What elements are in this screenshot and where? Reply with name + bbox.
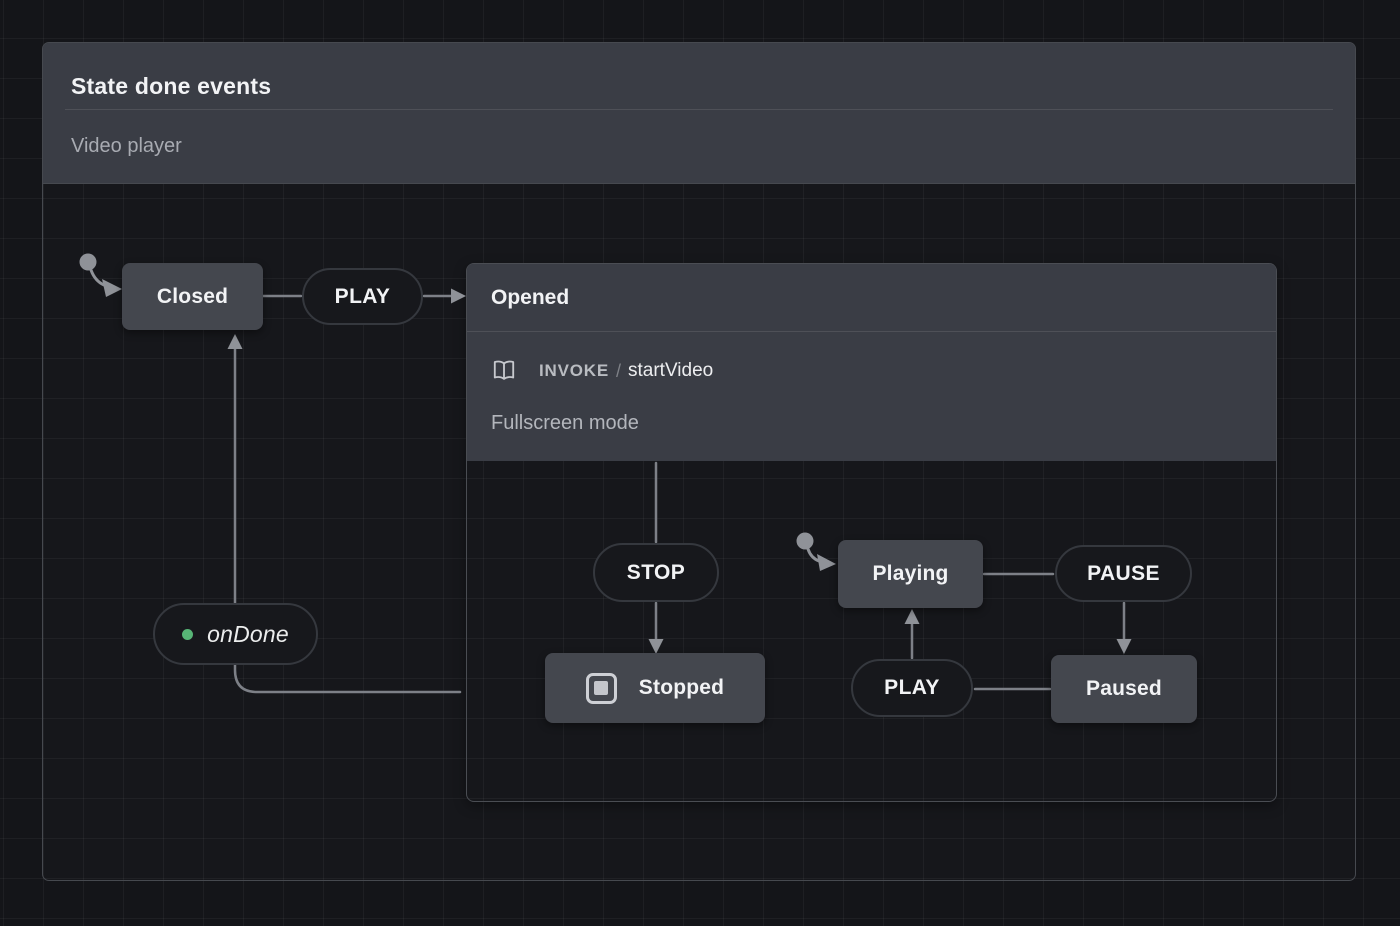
invoke-separator: /: [616, 361, 621, 382]
done-event-dot-icon: [182, 629, 193, 640]
machine-description: Video player: [71, 135, 182, 158]
event-play-to-opened[interactable]: PLAY: [302, 268, 423, 325]
state-label-closed: Closed: [157, 285, 228, 309]
state-node-paused[interactable]: Paused: [1051, 655, 1197, 723]
event-ondone[interactable]: onDone: [153, 603, 318, 665]
machine-header[interactable]: State done events Video player: [43, 43, 1355, 184]
event-play-to-playing[interactable]: PLAY: [851, 659, 973, 717]
state-node-playing[interactable]: Playing: [838, 540, 983, 608]
event-label: PAUSE: [1087, 562, 1160, 586]
opened-state-title: Opened: [491, 286, 569, 310]
event-label: STOP: [627, 561, 685, 585]
event-stop[interactable]: STOP: [593, 543, 719, 602]
state-label-stopped: Stopped: [639, 676, 724, 700]
event-label: PLAY: [335, 285, 391, 309]
invoke-source: startVideo: [628, 360, 713, 382]
final-state-icon-inner: [594, 681, 608, 695]
final-state-icon: [586, 673, 617, 704]
open-book-icon: [491, 358, 517, 384]
state-node-stopped[interactable]: Stopped: [545, 653, 765, 723]
opened-state-header[interactable]: Opened INVOKE / startVideo Fullscreen mo…: [467, 264, 1276, 461]
invoke-keyword: INVOKE: [539, 361, 609, 381]
opened-header-divider: [467, 331, 1276, 332]
event-pause[interactable]: PAUSE: [1055, 545, 1192, 602]
machine-title: State done events: [71, 73, 271, 100]
state-machine-canvas[interactable]: State done events Video player Opened IN…: [0, 0, 1400, 926]
opened-state-description: Fullscreen mode: [491, 412, 639, 435]
state-label-paused: Paused: [1086, 677, 1162, 701]
header-divider: [65, 109, 1333, 110]
invoke-row[interactable]: INVOKE / startVideo: [491, 358, 713, 384]
state-node-closed[interactable]: Closed: [122, 263, 263, 330]
event-label: onDone: [207, 621, 289, 648]
state-label-playing: Playing: [872, 562, 948, 586]
event-label: PLAY: [884, 676, 940, 700]
